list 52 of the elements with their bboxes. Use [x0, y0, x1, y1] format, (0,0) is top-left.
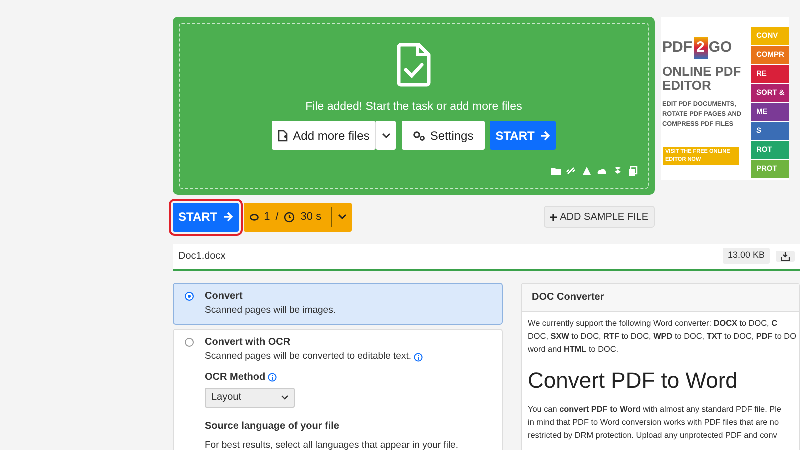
- start-button[interactable]: START: [173, 202, 239, 232]
- dropdown-button[interactable]: [376, 121, 396, 150]
- add-files-button[interactable]: Add more files: [272, 121, 376, 150]
- file-check-icon: [396, 42, 432, 88]
- paragraph-line: word and HTML to DOC.: [528, 344, 619, 356]
- file-name: Doc1.docx: [178, 250, 226, 264]
- ad-title: ONLINE PDF EDITOR: [662, 64, 742, 92]
- info-icon: [268, 373, 278, 382]
- paragraph-line: restricted by DRM protection. Upload any unprotected PDF and conv: [528, 430, 778, 442]
- credits-button[interactable]: 1 / 30 s: [244, 202, 352, 232]
- option-description: Scanned pages will be images.: [205, 304, 336, 318]
- source-language-label: Source language of your file: [205, 420, 340, 434]
- source-language-hint: For best results, select all languages that appear in your file.: [205, 439, 458, 450]
- folder-icon[interactable]: [550, 166, 560, 176]
- page-heading: Convert PDF to Word: [528, 367, 739, 395]
- chevron-down-icon: [338, 214, 347, 220]
- ocr-method-label: OCR Method: [205, 371, 266, 385]
- file-plus-icon: [278, 130, 288, 142]
- logo-text: PDF: [662, 38, 692, 58]
- arrow-right-icon: [540, 130, 550, 141]
- settings-icon: [412, 130, 425, 141]
- chevron-down-icon: [280, 395, 288, 400]
- coin-icon: [250, 214, 259, 220]
- settings-button[interactable]: Settings: [402, 121, 485, 150]
- option-title: Convert with OCR: [205, 336, 292, 350]
- option-card[interactable]: Convert Scanned pages will be images.: [173, 282, 503, 325]
- card-title: DOC Converter: [522, 284, 799, 312]
- file-size: 13.00 KB: [722, 248, 770, 264]
- upload-area[interactable]: File added! Start the task or add more files Add more files Settings START: [173, 16, 655, 194]
- start-button[interactable]: START: [490, 121, 556, 150]
- radio-button[interactable]: [185, 292, 194, 301]
- logo-badge: 2: [694, 36, 708, 59]
- option-title: Convert: [205, 290, 244, 304]
- download-icon: [780, 252, 790, 260]
- triangle-icon[interactable]: [582, 166, 592, 176]
- radio-button[interactable]: [185, 338, 194, 348]
- option-card[interactable]: Convert with OCR Scanned pages will be converted to editable text. OCR Method Layout Source language of your file For best results, select all languages that appear in your file.: [173, 328, 503, 450]
- add-sample-button[interactable]: ADD SAMPLE FILE: [544, 206, 655, 228]
- chevron-down-icon: [382, 132, 391, 139]
- upload-message: File added! Start the task or add more files: [306, 100, 522, 114]
- option-description: Scanned pages will be converted to editable text.: [205, 350, 412, 364]
- arrow-right-icon: [223, 212, 234, 222]
- clipboard-icon[interactable]: [628, 166, 638, 176]
- paragraph-line: DOC, SXW to DOC, RTF to DOC, WPD to DOC, TXT to DOC, PDF to DO: [528, 331, 796, 343]
- logo-text: GO: [708, 38, 732, 58]
- paragraph-line: You can convert PDF to Word with almost any standard PDF file. Ple: [528, 404, 782, 416]
- clock-icon: [284, 212, 296, 222]
- ocr-method-select[interactable]: Layout: [205, 388, 295, 408]
- paragraph-line: in mind that PDF to Word conversion works with PDF files that are no: [528, 417, 780, 429]
- paragraph-line: We currently support the following Word converter: DOCX to DOC, C: [528, 318, 778, 330]
- plus-icon: [550, 214, 558, 220]
- download-button[interactable]: [776, 250, 794, 262]
